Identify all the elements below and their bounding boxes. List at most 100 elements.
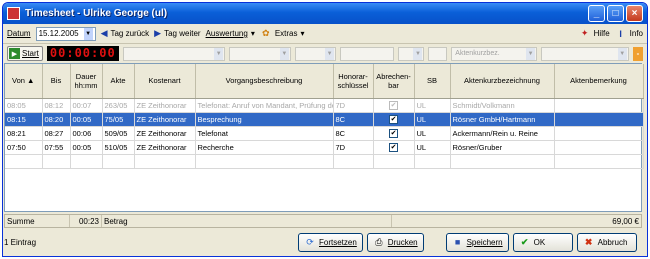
summary-row: Summe 00:23 Betrag 69,00 € [4,214,642,228]
maximize-button[interactable]: □ [607,5,624,22]
date-label: Datum [7,29,31,38]
empty-row[interactable] [5,154,644,169]
continue-button[interactable]: ⟳ Fortsetzen [298,232,363,252]
ok-button[interactable]: ✔ OK [512,232,573,252]
footer-bar: 1 Eintrag ⟳ Fortsetzen ⎙ Drucken ■ Speic… [4,231,644,253]
cell-kostenart: ZE Zeithonorar [134,126,196,141]
summary-duration: 00:23 [70,215,102,227]
timesheet-table: Von ▲ Bis Dauer hh:mm Akte Kostenart Vor… [4,63,644,212]
col-header-bis[interactable]: Bis [42,64,71,99]
cell-kurzbez: Rösner GmbH/Hartmann [450,112,555,127]
cell-akte: 75/05 [102,112,135,127]
extras-menu[interactable]: ✿ Extras ▾ [260,28,304,40]
combo-8[interactable]: ▼ [541,46,629,61]
cell-bis: 08:27 [42,126,71,141]
aktenkurz-filter[interactable]: Aktenkurzbez. ▼ [451,46,538,61]
start-button[interactable]: ▶ Start [7,46,43,61]
summary-betrag-label: Betrag [102,215,392,227]
close-button[interactable]: × [626,5,643,22]
chevron-down-icon[interactable]: ▼ [279,47,289,60]
cell-kostenart: ZE Zeithonorar [134,98,196,113]
cell-abrechenbar: ✔ [373,126,415,141]
col-header-kurzbez[interactable]: Aktenkurzbezeichnung [450,64,555,99]
cell-bis: 07:55 [42,140,71,155]
table-row[interactable]: 07:50 07:55 00:05 510/05 ZE Zeithonorar … [5,140,644,155]
arrow-right-icon: ▶ [154,28,162,38]
col-header-schluessel[interactable]: Honorar-schlüssel [333,64,374,99]
info-label: Info [629,29,643,38]
cell-dauer: 00:05 [70,112,103,127]
combo-3[interactable]: ▼ [294,46,337,61]
cell-von: 08:05 [5,98,43,113]
day-back-button[interactable]: ◀ Tag zurück [101,28,150,39]
chevron-down-icon[interactable]: ▼ [617,47,627,60]
col-header-bemerkung[interactable]: Aktenbemerkung [554,64,644,99]
filter-placeholder: Aktenkurzbez. [455,50,500,57]
cell-schluessel: 7D [333,98,374,113]
ok-label: OK [533,237,546,247]
cell-abrechenbar: ✔ [373,98,415,113]
evaluation-menu[interactable]: Auswertung ▾ [206,29,255,38]
help-icon: ✦ [580,28,589,38]
cell-beschreibung: Telefonat: Anruf von Mandant, Prüfung de… [195,98,334,113]
cell-beschreibung: Telefonat [195,126,334,141]
day-forward-button[interactable]: ▶ Tag weiter [154,28,200,39]
cell-abrechenbar: ✔ [373,140,415,155]
menu-arrow-icon: ▾ [250,29,255,38]
cell-dauer: 00:06 [70,126,103,141]
date-picker[interactable]: 15.12.2005 ▼ [35,26,96,41]
cell-kurzbez: Schmidt/Volkmann [450,98,555,113]
chevron-down-icon[interactable]: ▼ [526,47,536,60]
combo-1[interactable]: ▼ [122,46,226,61]
col-header-dauer[interactable]: Dauer hh:mm [70,64,103,99]
cell-akte: 263/05 [102,98,135,113]
chevron-down-icon[interactable]: ▼ [325,47,335,60]
printer-icon: ⎙ [375,236,383,247]
checkbox[interactable]: ✔ [389,129,398,138]
col-header-abrechenbar[interactable]: Abrechen-bar [373,64,415,99]
print-button[interactable]: ⎙ Drucken [366,232,424,252]
info-button[interactable]: I Info [615,28,643,40]
continue-label: Fortsetzen [319,237,357,247]
col-header-beschreibung[interactable]: Vorgangsbeschreibung [195,64,334,99]
day-forward-label: Tag weiter [164,29,201,38]
combo-5[interactable]: ▼ [398,46,425,61]
window-title: Timesheet - Ulrike George (ul) [25,8,168,19]
col-header-kostenart[interactable]: Kostenart [134,64,196,99]
cancel-button[interactable]: ✖ Abbruch [576,232,637,252]
cell-bis: 08:20 [42,112,71,127]
combo-4[interactable] [340,46,395,61]
save-button[interactable]: ■ Speichern [445,232,509,252]
arrow-left-icon: ◀ [100,28,108,38]
cell-beschreibung: Besprechung [195,112,334,127]
checkbox[interactable]: ✔ [389,115,398,124]
col-header-akte[interactable]: Akte [102,64,135,99]
col-header-sb[interactable]: SB [414,64,451,99]
clear-button[interactable]: - [632,46,644,61]
chevron-down-icon[interactable]: ▼ [83,27,93,40]
day-back-label: Tag zurück [110,29,150,38]
checkbox[interactable]: ✔ [389,101,398,110]
cell-bemerkung [554,126,644,141]
combo-2[interactable]: ▼ [229,46,291,61]
chevron-down-icon[interactable]: ▼ [413,47,423,60]
cell-dauer: 00:07 [70,98,103,113]
cell-bemerkung [554,140,644,155]
chevron-down-icon[interactable]: ▼ [214,47,224,60]
col-header-von[interactable]: Von ▲ [5,64,43,99]
table-header: Von ▲ Bis Dauer hh:mm Akte Kostenart Vor… [5,64,644,99]
tools-icon: ✿ [262,28,270,38]
checkbox[interactable]: ✔ [389,143,398,152]
entry-count: 1 Eintrag [4,237,37,247]
table-row[interactable]: 08:21 08:27 00:06 509/05 ZE Zeithonorar … [5,126,644,141]
table-row-selected[interactable]: 08:15 08:20 00:05 75/05 ZE Zeithonorar B… [5,112,644,127]
table-row[interactable]: 08:05 08:12 00:07 263/05 ZE Zeithonorar … [5,98,644,113]
cell-beschreibung: Recherche [195,140,334,155]
start-label: Start [22,49,39,58]
cell-schluessel: 8C [333,112,374,127]
minimize-button[interactable]: _ [588,5,605,22]
cell-von: 07:50 [5,140,43,155]
cell-von: 08:15 [5,112,43,127]
help-button[interactable]: ✦ Hilfe [579,28,610,40]
combo-6[interactable] [428,46,448,61]
